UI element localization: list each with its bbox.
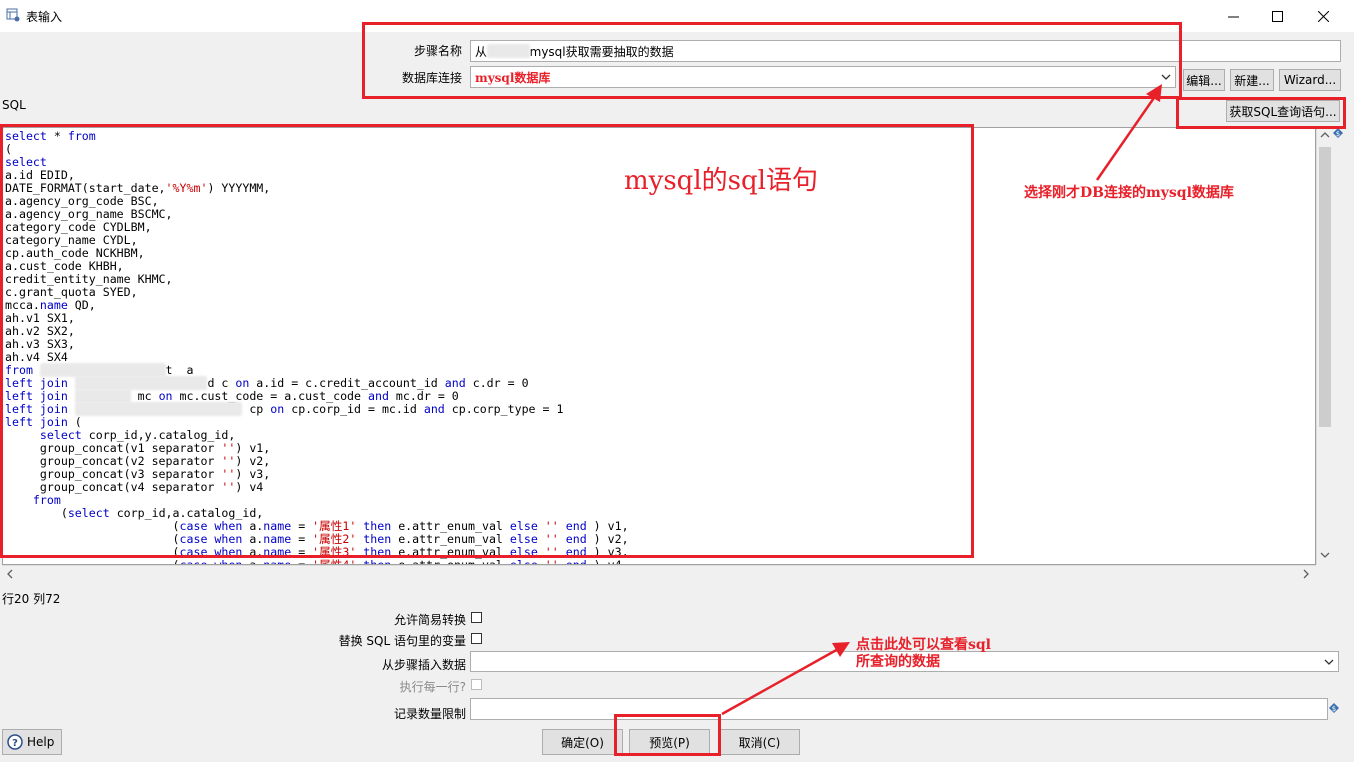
- maximize-button[interactable]: [1254, 0, 1300, 32]
- annotation-sql-note: mysql的sql语句: [624, 166, 818, 196]
- scroll-up-icon[interactable]: [1320, 131, 1330, 139]
- annotation-box-connection: [362, 22, 1182, 99]
- limit-input[interactable]: [470, 698, 1328, 720]
- limit-label: 记录数量限制: [393, 707, 466, 721]
- sql-horizontal-scrollbar[interactable]: [2, 565, 1316, 582]
- lazy-conversion-label: 允许简易转换: [393, 613, 466, 627]
- table-input-icon: [6, 8, 20, 22]
- insert-from-step-label: 从步骤插入数据: [381, 658, 466, 672]
- execute-each-row-checkbox[interactable]: [471, 679, 482, 690]
- ok-button[interactable]: 确定(O): [542, 729, 623, 755]
- annotation-db-note: 选择刚才DB连接的mysql数据库: [1024, 185, 1234, 201]
- help-label: Help: [27, 735, 55, 749]
- chevron-down-icon: [1324, 659, 1334, 665]
- svg-text:$: $: [1336, 130, 1340, 138]
- annotation-preview-note-2: 所查询的数据: [856, 654, 940, 670]
- sql-label: SQL: [2, 98, 26, 112]
- execute-each-row-label: 执行每一行?: [399, 680, 466, 694]
- scroll-left-icon[interactable]: [6, 569, 14, 579]
- close-icon: [1317, 10, 1329, 22]
- variable-icon: $: [1333, 128, 1343, 138]
- window-title: 表输入: [26, 10, 63, 24]
- edit-connection-button[interactable]: 编辑...: [1183, 69, 1225, 91]
- scroll-down-icon[interactable]: [1320, 551, 1330, 559]
- new-connection-button[interactable]: 新建...: [1230, 69, 1274, 91]
- minimize-icon: [1227, 16, 1239, 17]
- annotation-box-preview: [614, 714, 721, 756]
- replace-variables-checkbox[interactable]: [471, 633, 482, 644]
- scrollbar-thumb[interactable]: [1319, 147, 1331, 427]
- svg-text:?: ?: [12, 738, 18, 749]
- sql-vertical-scrollbar[interactable]: [1316, 127, 1333, 565]
- annotation-box-get-sql: [1176, 97, 1346, 129]
- scroll-right-icon[interactable]: [1302, 569, 1310, 579]
- lazy-conversion-checkbox[interactable]: [471, 612, 482, 623]
- cancel-button[interactable]: 取消(C): [719, 729, 800, 755]
- wizard-button[interactable]: Wizard...: [1279, 69, 1341, 91]
- replace-variables-label: 替换 SQL 语句里的变量: [338, 634, 466, 648]
- maximize-icon: [1271, 10, 1283, 22]
- annotation-box-sql: [0, 124, 974, 558]
- help-button[interactable]: ? Help: [2, 729, 62, 755]
- minimize-button[interactable]: [1210, 0, 1256, 32]
- svg-text:$: $: [1332, 705, 1336, 713]
- variable-icon: $: [1329, 703, 1339, 713]
- close-button[interactable]: [1300, 0, 1346, 32]
- help-icon: ?: [7, 734, 23, 750]
- cursor-position: 行20 列72: [2, 592, 61, 606]
